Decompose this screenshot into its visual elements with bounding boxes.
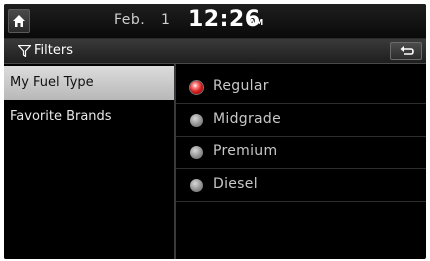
- fuel-option-premium[interactable]: Premium: [176, 136, 426, 169]
- back-button[interactable]: [390, 42, 422, 60]
- screen: Feb. 1 12:26 AM Filters My Fuel Type Fav…: [4, 4, 426, 259]
- title-bar: Filters: [4, 39, 426, 64]
- home-button[interactable]: [8, 9, 30, 33]
- date-day: 1: [161, 12, 170, 28]
- filter-menu: My Fuel Type Favorite Brands: [4, 64, 174, 259]
- fuel-type-options: Regular Midgrade Premium Diesel: [176, 64, 426, 259]
- fuel-option-label: Midgrade: [213, 111, 281, 127]
- menu-item-favorite-brands[interactable]: Favorite Brands: [4, 100, 174, 134]
- radio-unselected-icon: [190, 146, 203, 159]
- fuel-option-diesel[interactable]: Diesel: [176, 169, 426, 202]
- fuel-option-regular[interactable]: Regular: [176, 71, 426, 104]
- radio-unselected-icon: [190, 179, 203, 192]
- radio-unselected-icon: [190, 114, 203, 127]
- filter-icon: [18, 45, 31, 57]
- fuel-option-label: Regular: [213, 78, 269, 94]
- radio-selected-icon: [190, 81, 203, 94]
- menu-item-my-fuel-type[interactable]: My Fuel Type: [4, 66, 174, 100]
- fuel-option-label: Diesel: [213, 176, 258, 192]
- home-icon: [13, 15, 25, 27]
- status-bar: Feb. 1 12:26 AM: [4, 4, 426, 39]
- page-title: Filters: [34, 43, 73, 58]
- fuel-option-midgrade[interactable]: Midgrade: [176, 104, 426, 137]
- back-arrow-icon: [400, 46, 414, 55]
- clock-ampm: AM: [249, 18, 264, 27]
- date-month: Feb.: [114, 12, 146, 28]
- fuel-option-label: Premium: [213, 143, 278, 159]
